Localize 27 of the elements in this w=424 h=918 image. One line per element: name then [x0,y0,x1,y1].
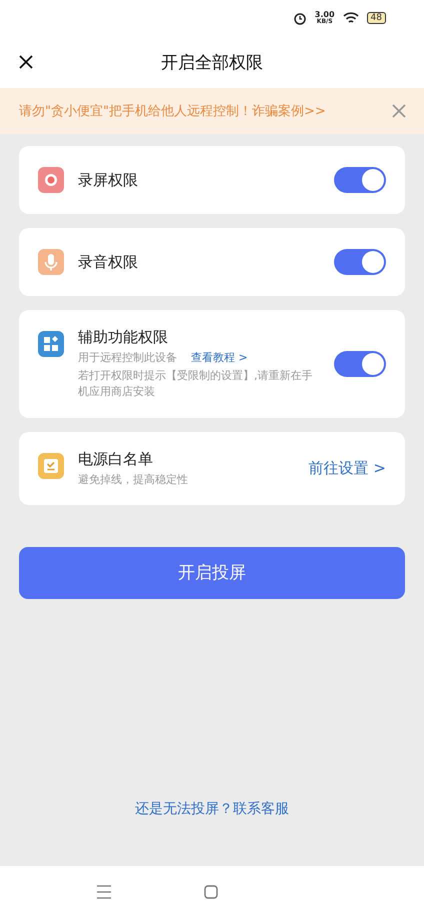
permission-note: 若打开权限时提示【受限制的设置】,请重新在手机应用商店安装 [78,368,314,400]
battery-indicator: 48 [366,12,386,24]
permission-description: 避免掉线，提高稳定性 [78,472,188,487]
warning-text[interactable]: 请勿"贪小便宜"把手机给他人远程控制！诈骗案例>> [19,102,326,120]
record-icon [38,167,64,193]
start-casting-button[interactable]: 开启投屏 [19,546,405,599]
grid-icon [38,331,64,357]
toggle-switch[interactable] [334,167,386,193]
permission-description: 用于远程控制此设备 [78,350,177,365]
network-speed: 3.00 [314,11,335,19]
permission-title: 电源白名单 [78,450,154,469]
microphone-icon [38,249,64,275]
contact-support-link[interactable]: 还是无法投屏？联系客服 [135,800,289,818]
settings-link[interactable]: 前往设置 > [308,458,386,478]
tutorial-link[interactable]: 查看教程 > [191,350,248,365]
wifi-icon [342,12,359,24]
alarm-icon [292,11,307,25]
toggle-switch[interactable] [334,350,386,377]
close-icon[interactable] [18,54,34,70]
permission-title: 录音权限 [78,252,139,272]
page-title: 开启全部权限 [161,52,263,74]
permission-title: 辅助功能权限 [78,328,169,347]
menu-icon[interactable] [96,885,112,899]
permission-title: 录屏权限 [78,170,139,190]
home-icon[interactable] [204,885,218,899]
checklist-icon [38,452,64,479]
toggle-switch[interactable] [334,249,386,275]
